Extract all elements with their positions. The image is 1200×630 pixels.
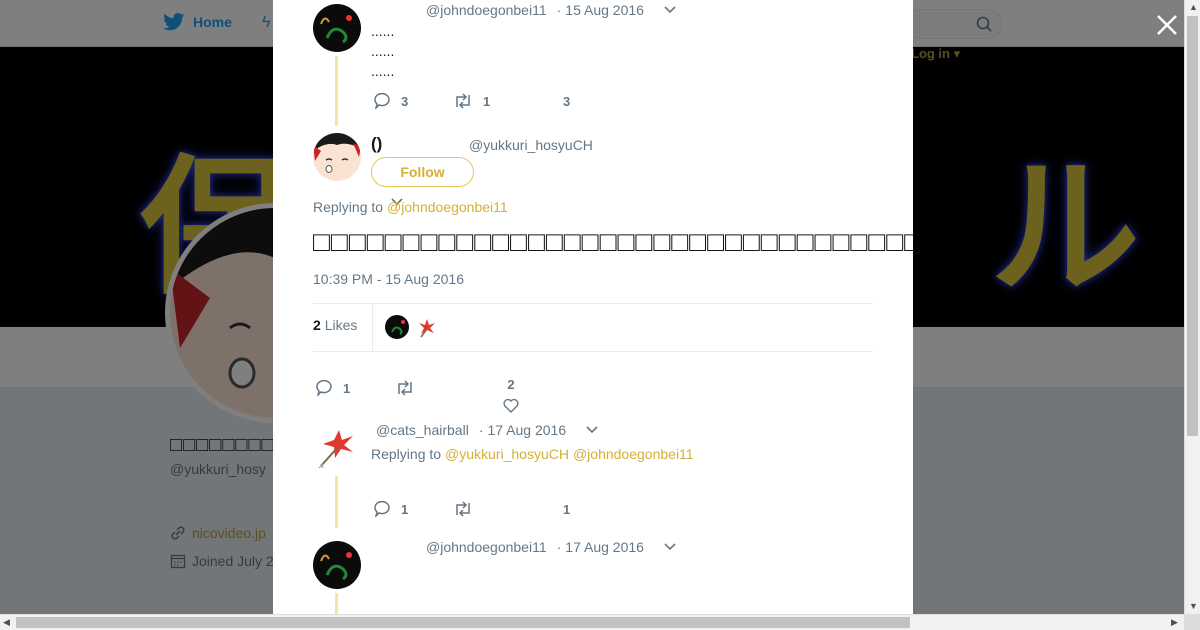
tweet-header: @johndoegonbei11 · 17 Aug 2016 [426,539,676,555]
reply-icon [374,501,390,517]
scroll-up-arrow[interactable]: ▲ [1189,2,1198,12]
main-tweet-avatar[interactable] [313,133,361,181]
close-icon [1157,15,1177,35]
tweet-text: ...... ...... ...... [371,21,394,81]
retweet-icon [456,501,470,517]
thread-line [335,476,338,528]
replying-to-link[interactable]: @johndoegonbei11 [573,446,694,462]
main-tweet-timestamp[interactable]: 10:39 PM - 15 Aug 2016 [313,271,464,287]
heart-icon [503,398,519,413]
replying-to-link[interactable]: @johndoegonbei11 [387,199,508,215]
like-button[interactable]: 1 [563,502,570,517]
reply-count: 3 [401,93,409,109]
flower-avatar-image [313,424,361,472]
like-button[interactable]: 2 [503,377,519,413]
chevron-down-icon[interactable] [586,426,598,434]
replying-to-link[interactable]: @yukkuri_hosyuCH [445,446,569,462]
main-tweet-handle[interactable]: @yukkuri_hosyuCH [469,137,593,153]
dark-avatar-image [385,315,409,339]
reply-icon [316,380,332,396]
tweet-header: @johndoegonbei11 · 15 Aug 2016 [426,2,676,18]
scroll-right-arrow[interactable]: ▶ [1171,617,1178,628]
tweet-date[interactable]: 17 Aug 2016 [487,422,566,438]
likes-stat-count: 2 [313,317,321,333]
tweet-handle[interactable]: @cats_hairball [376,422,469,438]
reply-button[interactable]: 3 [373,93,453,109]
thread-line [335,56,338,126]
tweet-date[interactable]: 15 Aug 2016 [565,2,644,18]
main-tweet-header: () [371,134,382,154]
tweet-header: @cats_hairball · 17 Aug 2016 [376,422,598,438]
tweet-actions: 3 1 3 [373,93,570,109]
tweet-actions: 1 1 [373,501,570,517]
reply-icon [374,93,390,109]
main-tweet-actions: 1 2 [315,363,519,413]
thread-line [335,593,338,614]
flower-avatar-image [415,315,439,339]
like-count: 2 [507,377,515,392]
reply-count: 1 [401,501,409,517]
scroll-down-arrow[interactable]: ▼ [1189,601,1198,611]
chevron-down-icon[interactable] [664,543,676,551]
scroll-left-arrow[interactable]: ◀ [3,617,10,628]
like-count: 3 [563,93,571,109]
tweet-handle[interactable]: @johndoegonbei11 [426,539,547,555]
main-tweet-handle-row: @yukkuri_hosyuCH [469,137,593,153]
stats-divider [372,304,373,351]
tweet-replying: Replying to @yukkuri_hosyuCH @johndoegon… [371,446,694,462]
tweet-avatar[interactable] [313,4,361,52]
tweet-avatar[interactable] [313,541,361,589]
like-button[interactable]: 3 [563,94,570,109]
tweet-text-line: ...... [371,23,395,39]
tweet-handle[interactable]: @johndoegonbei11 [426,2,547,18]
scrollbar-corner [1184,614,1200,630]
main-tweet-replying: Replying to @johndoegonbei11 [313,199,508,215]
dark-avatar-image [313,541,361,589]
likes-stat-label: Likes [324,317,358,333]
reply-count: 1 [343,380,351,396]
main-tweet-text: □□□□□□□□□□□□□□□□□□□□□□□□□□□□□□□□□□□□□□□□… [313,226,913,257]
horizontal-scrollbar[interactable]: ◀ ▶ [0,614,1184,630]
tweet-avatar[interactable] [313,424,361,472]
replying-to-label: Replying to [313,199,384,215]
retweet-icon [456,93,470,109]
likes-stat[interactable]: 2 Likes [313,317,357,333]
horizontal-scroll-thumb[interactable] [16,617,910,628]
tweet-text-line: ...... [371,63,395,79]
tweet-date[interactable]: 17 Aug 2016 [565,539,644,555]
retweet-icon [398,380,412,396]
retweet-button[interactable]: 1 [453,93,563,109]
replying-to-label: Replying to [371,446,442,462]
retweet-button[interactable] [395,380,503,396]
vertical-scrollbar[interactable]: ▲ ▼ [1184,0,1200,614]
main-tweet-name[interactable]: () [371,134,382,154]
liker-avatar[interactable] [385,315,409,339]
tweet-text-line: ...... [371,43,395,59]
dark-avatar-image [313,4,361,52]
liker-avatar[interactable] [415,315,439,339]
main-tweet-stats: 2 Likes [313,303,873,352]
reply-button[interactable]: 1 [373,501,453,517]
vertical-scroll-thumb[interactable] [1187,16,1198,436]
chevron-down-icon[interactable] [664,6,676,14]
retweet-count: 1 [483,93,491,109]
yukkuri-avatar-image [313,133,361,181]
reply-button[interactable]: 1 [315,380,395,396]
tweet-permalink-modal: @johndoegonbei11 · 15 Aug 2016 ...... ..… [273,0,913,614]
close-modal-button[interactable] [1154,12,1180,38]
follow-button[interactable]: Follow [371,157,474,187]
retweet-button[interactable] [453,501,563,517]
like-count: 1 [563,501,571,517]
